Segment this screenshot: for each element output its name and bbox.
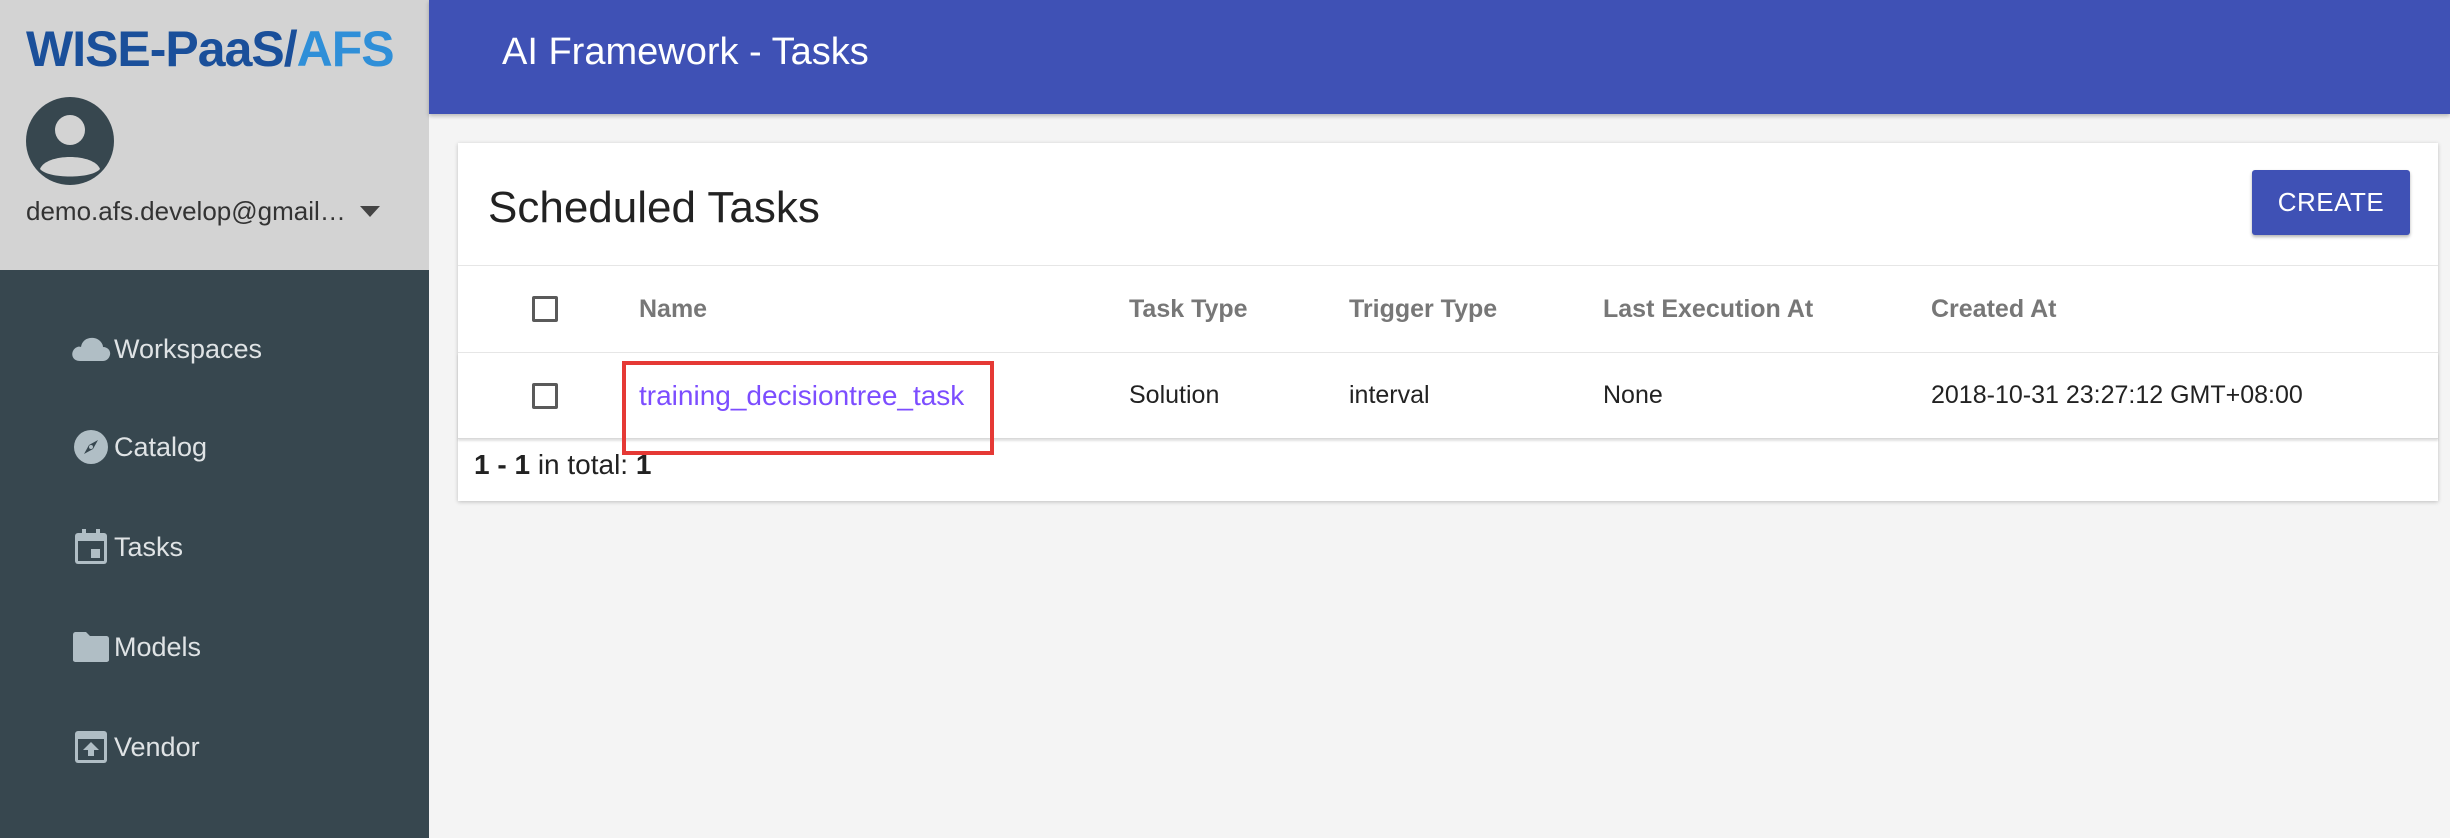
pagination-summary: 1 - 1 in total: 1 <box>474 449 651 481</box>
user-email[interactable]: demo.afs.develop@gmail.com <box>26 196 346 227</box>
create-button[interactable]: CREATE <box>2252 170 2410 235</box>
sidebar-item-models[interactable]: Models <box>70 622 201 672</box>
page-title: AI Framework - Tasks <box>502 31 869 73</box>
sidebar-item-label: Tasks <box>114 531 184 562</box>
cloud-icon <box>70 329 112 369</box>
brand-logo: WISE-PaaS/AFS <box>26 20 395 78</box>
column-header-created-at[interactable]: Created At <box>1931 266 2057 352</box>
column-header-trigger-type[interactable]: Trigger Type <box>1349 266 1497 352</box>
task-type-cell: Solution <box>1129 381 1220 409</box>
trigger-type-cell: interval <box>1349 381 1430 409</box>
sidebar-item-label: Workspaces <box>114 333 263 364</box>
sidebar-header: WISE-PaaS/AFS demo.afs.develop@gmail.com <box>0 0 429 270</box>
sidebar-item-label: Vendor <box>114 731 200 762</box>
brand-logo-part2: AFS <box>296 21 395 77</box>
sidebar-item-label: Catalog <box>114 431 208 462</box>
card-title: Scheduled Tasks <box>488 183 820 232</box>
column-header-name[interactable]: Name <box>639 266 707 352</box>
table-header-row: Name Task Type Trigger Type Last Executi… <box>458 265 2438 353</box>
archive-icon <box>70 727 112 767</box>
app-root: WISE-PaaS/AFS demo.afs.develop@gmail.com… <box>0 0 2450 838</box>
table-row[interactable]: training_decisiontree_task Solution inte… <box>458 353 2438 455</box>
scheduled-tasks-card: Scheduled Tasks CREATE Name Task Type Tr… <box>458 143 2438 501</box>
pagination-total: 1 <box>635 449 652 480</box>
chevron-down-icon[interactable] <box>360 206 380 217</box>
last-execution-cell: None <box>1603 381 1663 409</box>
app-header: AI Framework - Tasks <box>429 0 2450 114</box>
sidebar-item-tasks[interactable]: Tasks <box>70 522 183 572</box>
row-select-cell <box>532 353 558 438</box>
task-name-link[interactable]: training_decisiontree_task <box>639 380 964 412</box>
column-header-task-type[interactable]: Task Type <box>1129 266 1248 352</box>
sidebar: WISE-PaaS/AFS demo.afs.develop@gmail.com… <box>0 0 429 838</box>
column-header-last-execution[interactable]: Last Execution At <box>1603 266 1813 352</box>
folder-icon <box>70 627 112 667</box>
sidebar-item-catalog[interactable]: Catalog <box>70 422 207 472</box>
compass-icon <box>70 427 112 467</box>
sidebar-item-workspaces[interactable]: Workspaces <box>70 324 262 374</box>
created-at-cell: 2018-10-31 23:27:12 GMT+08:00 <box>1931 381 2303 409</box>
brand-logo-part1: WISE-PaaS/ <box>26 21 298 77</box>
select-all-cell <box>532 266 558 352</box>
pagination-label: in total: <box>537 449 629 480</box>
avatar-icon[interactable] <box>26 97 114 185</box>
row-checkbox[interactable] <box>532 382 558 409</box>
select-all-checkbox[interactable] <box>532 296 558 322</box>
calendar-icon <box>70 527 112 567</box>
sidebar-item-vendor[interactable]: Vendor <box>70 722 200 772</box>
pagination-range: 1 - 1 <box>474 449 531 480</box>
sidebar-item-label: Models <box>114 631 202 662</box>
task-name-cell: training_decisiontree_task <box>639 353 964 438</box>
